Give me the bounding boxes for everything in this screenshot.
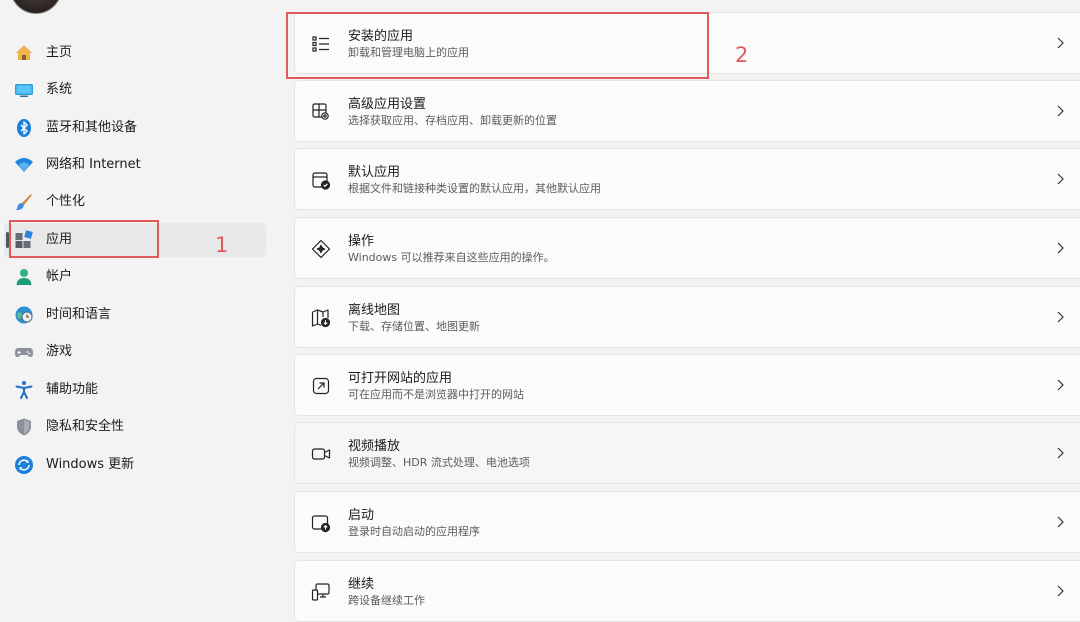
card-title: 高级应用设置 <box>348 97 427 112</box>
person-icon <box>14 267 34 287</box>
card-title: 操作 <box>348 234 375 249</box>
sidebar-item-label: 帐户 <box>46 269 73 284</box>
chevron-right-icon <box>1053 310 1067 324</box>
card-advanced-app-settings[interactable]: 高级应用设置 选择获取应用、存档应用、卸载更新的位置 <box>294 80 1080 142</box>
wifi-icon <box>14 155 34 175</box>
sparkle-diamond-icon <box>310 238 332 260</box>
sidebar-item-label: 蓝牙和其他设备 <box>46 120 138 135</box>
card-subtitle: 登录时自动启动的应用程序 <box>348 525 480 538</box>
card-subtitle: Windows 可以推荐来自这些应用的操作。 <box>348 251 555 264</box>
card-title: 启动 <box>348 508 375 523</box>
sidebar-item-label: 时间和语言 <box>46 307 112 322</box>
chevron-right-icon <box>1053 378 1067 392</box>
annotation-label-2: 2 <box>735 43 749 67</box>
accessibility-icon <box>14 380 34 400</box>
card-title: 离线地图 <box>348 303 401 318</box>
app-gear-icon <box>310 101 332 123</box>
card-title: 默认应用 <box>348 165 401 180</box>
sidebar-item-home[interactable]: 主页 <box>4 36 266 70</box>
card-actions[interactable]: 操作 Windows 可以推荐来自这些应用的操作。 <box>294 217 1080 279</box>
avatar[interactable] <box>10 0 62 14</box>
sidebar-item-label: 主页 <box>46 45 73 60</box>
chevron-right-icon <box>1053 584 1067 598</box>
sidebar-item-label: 隐私和安全性 <box>46 419 125 434</box>
annotation-box-installed-apps <box>286 12 709 79</box>
annotation-box-apps <box>9 220 159 258</box>
sidebar-item-network[interactable]: 网络和 Internet <box>4 148 266 182</box>
brush-icon <box>14 192 34 212</box>
card-video-playback[interactable]: 视频播放 视频调整、HDR 流式处理、电池选项 <box>294 422 1080 484</box>
bluetooth-icon <box>14 118 34 138</box>
globe-clock-icon <box>14 305 34 325</box>
sidebar-item-time-language[interactable]: 时间和语言 <box>4 298 266 332</box>
sidebar-item-system[interactable]: 系统 <box>4 73 266 107</box>
card-default-apps[interactable]: 默认应用 根据文件和链接种类设置的默认应用，其他默认应用 <box>294 148 1080 210</box>
sidebar-item-accessibility[interactable]: 辅助功能 <box>4 373 266 407</box>
card-subtitle: 选择获取应用、存档应用、卸载更新的位置 <box>348 114 557 127</box>
sidebar-item-label: 游戏 <box>46 344 73 359</box>
card-subtitle: 下载、存储位置、地图更新 <box>348 320 480 333</box>
sidebar-item-label: 网络和 Internet <box>46 157 141 172</box>
sidebar: 主页 系统 蓝牙和其他设备 网络和 Internet 个性化 应用 帐户 时间和… <box>0 0 280 615</box>
map-download-icon <box>310 307 332 329</box>
sidebar-item-gaming[interactable]: 游戏 <box>4 335 266 369</box>
card-subtitle: 可在应用而不是浏览器中打开的网站 <box>348 388 524 401</box>
card-subtitle: 视频调整、HDR 流式处理、电池选项 <box>348 456 530 469</box>
sidebar-item-label: 个性化 <box>46 194 86 209</box>
card-offline-maps[interactable]: 离线地图 下载、存储位置、地图更新 <box>294 286 1080 348</box>
chevron-right-icon <box>1053 446 1067 460</box>
home-icon <box>14 43 34 63</box>
card-startup[interactable]: 启动 登录时自动启动的应用程序 <box>294 491 1080 553</box>
chevron-right-icon <box>1053 104 1067 118</box>
card-subtitle: 根据文件和链接种类设置的默认应用，其他默认应用 <box>348 182 601 195</box>
default-app-check-icon <box>310 169 332 191</box>
update-icon <box>14 455 34 475</box>
chevron-right-icon <box>1053 515 1067 529</box>
gamepad-icon <box>14 342 34 362</box>
card-title: 可打开网站的应用 <box>348 371 453 386</box>
card-continue[interactable]: 继续 跨设备继续工作 <box>294 560 1080 622</box>
startup-icon <box>310 512 332 534</box>
card-title: 继续 <box>348 577 375 592</box>
sidebar-item-label: Windows 更新 <box>46 457 135 472</box>
card-title: 视频播放 <box>348 439 401 454</box>
open-in-app-icon <box>310 375 332 397</box>
sidebar-item-windows-update[interactable]: Windows 更新 <box>4 448 266 482</box>
chevron-right-icon <box>1053 241 1067 255</box>
sidebar-item-personalization[interactable]: 个性化 <box>4 185 266 219</box>
video-camera-icon <box>310 443 332 465</box>
sidebar-item-label: 辅助功能 <box>46 382 99 397</box>
card-subtitle: 跨设备继续工作 <box>348 594 425 607</box>
monitor-icon <box>14 80 34 100</box>
sidebar-item-accounts[interactable]: 帐户 <box>4 260 266 294</box>
card-apps-for-websites[interactable]: 可打开网站的应用 可在应用而不是浏览器中打开的网站 <box>294 354 1080 416</box>
sidebar-item-privacy[interactable]: 隐私和安全性 <box>4 410 266 444</box>
chevron-right-icon <box>1053 36 1067 50</box>
shield-icon <box>14 417 34 437</box>
annotation-label-1: 1 <box>215 233 229 257</box>
sidebar-item-label: 系统 <box>46 82 73 97</box>
continue-devices-icon <box>310 581 332 603</box>
chevron-right-icon <box>1053 172 1067 186</box>
sidebar-item-bluetooth[interactable]: 蓝牙和其他设备 <box>4 111 266 145</box>
